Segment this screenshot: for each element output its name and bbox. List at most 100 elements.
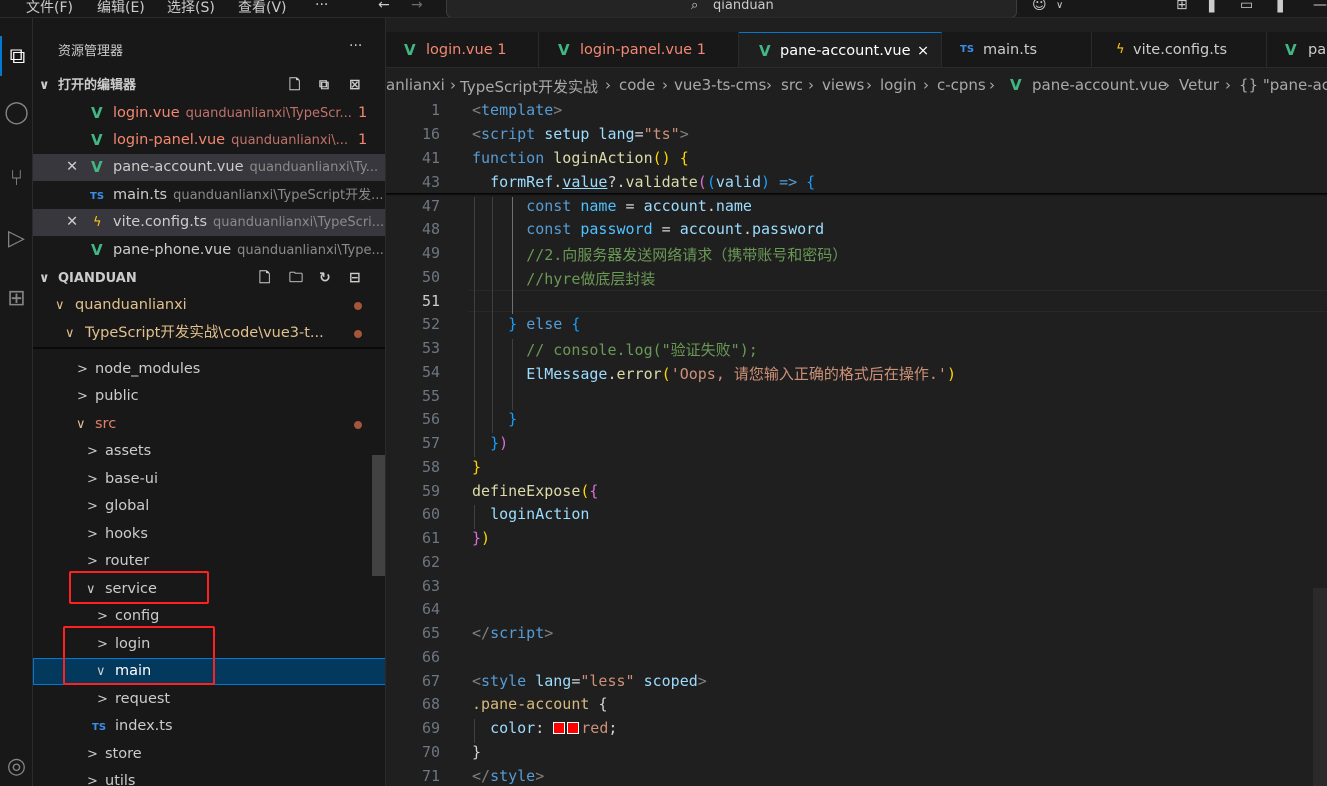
explorer-icon[interactable]: ⧉	[0, 36, 33, 76]
minimize-icon[interactable]: —	[1313, 0, 1327, 13]
toggle-secondary-sidebar-icon[interactable]: ▐	[1272, 0, 1283, 13]
color-swatch-icon[interactable]	[567, 722, 580, 734]
breadcrumb-separator-icon: ›	[605, 76, 611, 94]
tree-file-index-ts[interactable]: TS index.ts	[33, 713, 385, 740]
breadcrumb-item[interactable]: TypeScript开发实战	[460, 76, 598, 97]
tree-item-label: src	[95, 416, 117, 432]
vue-file-icon: V	[558, 41, 570, 59]
code-token: ElMessage	[526, 365, 608, 383]
code-editor[interactable]: 1 16 41 43 47 48 49 50 51 52 53 54 55 56…	[386, 98, 1327, 786]
run-debug-icon[interactable]: ▷	[0, 218, 33, 258]
chevron-down-icon[interactable]: ∨	[1056, 0, 1063, 11]
tree-folder-utils[interactable]: > utils	[33, 768, 385, 786]
refresh-icon[interactable]: ↻	[319, 265, 331, 292]
breadcrumb-item[interactable]: pane-account.vue	[1032, 76, 1167, 94]
search-icon[interactable]: ◯	[0, 92, 33, 132]
sidebar-scrollbar[interactable]	[372, 455, 385, 576]
tree-folder-quanduanlianxi[interactable]: ∨ quanduanlianxi	[33, 292, 385, 319]
tab-login-panel-vue[interactable]: V login-panel.vue 1	[539, 32, 739, 67]
tree-folder-request[interactable]: > request	[33, 686, 385, 713]
tree-folder-node-modules[interactable]: > node_modules	[33, 356, 385, 383]
nav-back-icon[interactable]: ←	[378, 0, 390, 13]
tree-folder-base-ui[interactable]: > base-ui	[33, 466, 385, 493]
breadcrumb-item[interactable]: src	[781, 76, 803, 94]
modified-dot-icon	[354, 421, 362, 429]
tree-folder-global[interactable]: > global	[33, 493, 385, 520]
breadcrumb-item[interactable]: {} "pane-ac	[1239, 76, 1327, 94]
tree-folder-store[interactable]: > store	[33, 741, 385, 768]
breadcrumb-item[interactable]: Vetur	[1179, 76, 1219, 94]
tree-folder-hooks[interactable]: > hooks	[33, 521, 385, 548]
open-editor-main-ts[interactable]: TS main.ts quanduanlianxi\TypeScript开发...	[33, 182, 385, 209]
tab-pane-phone-vue[interactable]: V pan	[1267, 32, 1327, 67]
close-all-icon[interactable]: ⊠	[349, 72, 361, 99]
menu-selection[interactable]: 选择(S)	[167, 0, 215, 17]
breadcrumb-item[interactable]: views	[822, 76, 864, 94]
problem-count-badge: 1	[497, 42, 507, 58]
workspace-header[interactable]: ∨ QIANDUAN 🗋 🗀 ↻ ⊟	[33, 265, 385, 292]
toggle-panel-icon[interactable]: ▭	[1240, 0, 1253, 13]
code-token: style	[490, 767, 536, 785]
new-folder-icon[interactable]: 🗀	[289, 265, 303, 292]
open-editor-login-vue[interactable]: V login.vue quanduanlianxi\TypeScr... 1	[33, 100, 385, 127]
copilot-icon[interactable]: ☺	[1032, 0, 1047, 13]
tree-folder-public[interactable]: > public	[33, 383, 385, 410]
extensions-icon[interactable]: ⊞	[0, 278, 33, 318]
nav-forward-icon[interactable]: →	[411, 0, 423, 13]
collapse-all-icon[interactable]: ⊟	[349, 265, 361, 292]
more-actions-icon[interactable]: ···	[349, 38, 362, 54]
open-editors-header[interactable]: ∨ 打开的编辑器 🗋 ⧉ ⊠	[33, 72, 385, 99]
tree-folder-assets[interactable]: > assets	[33, 438, 385, 465]
account-icon[interactable]: ◎	[0, 746, 33, 786]
line-number: 66	[421, 648, 440, 666]
menu-view[interactable]: 查看(V)	[238, 0, 287, 17]
breadcrumb-item[interactable]: c-cpns	[937, 76, 986, 94]
chevron-right-icon: >	[87, 774, 98, 786]
code-token: :	[535, 719, 545, 737]
open-editor-login-panel-vue[interactable]: V login-panel.vue quanduanlianxi\... 1	[33, 127, 385, 154]
modified-dot-icon	[354, 330, 362, 338]
code-token: >	[535, 767, 545, 785]
tab-label: login.vue	[426, 42, 493, 58]
code-token: )	[761, 173, 771, 191]
code-token: =	[625, 197, 635, 215]
code-token: ;	[608, 719, 618, 737]
breadcrumb-item[interactable]: vue3-ts-cms	[674, 76, 766, 94]
breadcrumb-separator-icon: ›	[808, 76, 814, 94]
command-search-input[interactable]: ⌕ qianduan	[446, 0, 1017, 17]
tab-pane-account-vue[interactable]: V pane-account.vue ×	[739, 32, 942, 67]
menu-more[interactable]: ···	[315, 0, 328, 13]
save-all-icon[interactable]: ⧉	[319, 72, 329, 99]
tree-folder-src[interactable]: ∨ src	[33, 411, 385, 438]
layout-icon[interactable]: ⊞	[1176, 0, 1188, 13]
tree-folder-typescript[interactable]: ∨ TypeScript开发实战\code\vue3-t...	[33, 320, 385, 347]
workspace-label: QIANDUAN	[58, 271, 137, 286]
open-editor-pane-phone-vue[interactable]: V pane-phone.vue quanduanlianxi\Type...	[33, 237, 385, 264]
breadcrumb-item[interactable]: anlianxi	[386, 76, 445, 94]
color-swatch-icon[interactable]	[553, 722, 566, 734]
breadcrumb-item[interactable]: code	[619, 76, 655, 94]
chevron-right-icon: >	[77, 362, 88, 377]
chevron-right-icon: >	[87, 527, 98, 542]
close-icon[interactable]: ×	[917, 33, 929, 67]
open-editor-vite-config-ts[interactable]: ✕ ϟ vite.config.ts quanduanlianxi\TypeScr…	[33, 209, 385, 236]
code-line: loginAction	[472, 505, 589, 523]
new-file-icon[interactable]: 🗋	[259, 265, 270, 292]
tab-vite-config-ts[interactable]: ϟ vite.config.ts	[1092, 32, 1267, 67]
close-icon[interactable]: ✕	[66, 154, 78, 181]
toggle-sidebar-icon[interactable]: ▌	[1209, 0, 1220, 13]
chevron-right-icon: >	[87, 747, 98, 762]
close-icon[interactable]: ✕	[66, 209, 78, 236]
code-line: // console.log("验证失败");	[472, 339, 758, 360]
code-comment: //hyre做底层封装	[526, 270, 656, 288]
source-control-icon[interactable]: ⑂	[0, 158, 33, 198]
menu-edit[interactable]: 编辑(E)	[97, 0, 145, 17]
code-token: =>	[779, 173, 798, 191]
breadcrumb-separator-icon: ›	[866, 76, 872, 94]
tab-main-ts[interactable]: TS main.ts	[942, 32, 1092, 67]
open-editor-pane-account-vue[interactable]: ✕ V pane-account.vue quanduanlianxi\Ty...	[33, 154, 385, 181]
new-untitled-file-icon[interactable]: 🗋	[289, 72, 300, 99]
tab-login-vue[interactable]: V login.vue 1	[386, 32, 539, 67]
menu-file[interactable]: 文件(F)	[26, 0, 73, 17]
breadcrumb-item[interactable]: login	[880, 76, 917, 94]
